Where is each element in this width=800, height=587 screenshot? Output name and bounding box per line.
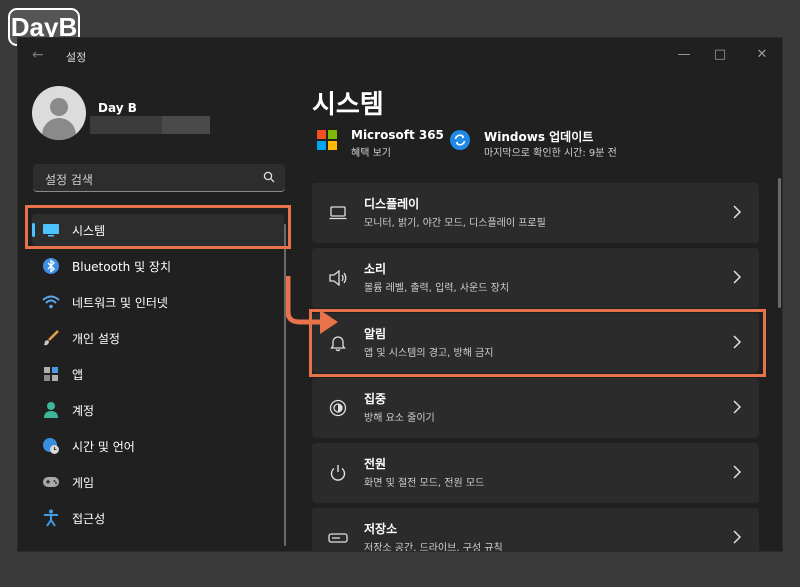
app-title: 설정 — [66, 51, 87, 64]
quick-link-windows-update[interactable]: Windows 업데이트 마지막으로 확인한 시간: 9분 전 — [450, 130, 670, 160]
sidebar-item-bluetooth[interactable]: Bluetooth 및 장치 — [32, 250, 284, 282]
sidebar-item-gaming[interactable]: 게임 — [32, 466, 284, 498]
chevron-right-icon — [733, 335, 742, 349]
microsoft-logo-icon — [317, 130, 337, 150]
sidebar-item-label: 게임 — [72, 475, 95, 490]
card-subtitle: 앱 및 시스템의 경고, 방해 금지 — [364, 348, 494, 359]
windows-update-icon — [450, 130, 470, 150]
focus-icon — [328, 398, 348, 418]
wifi-icon — [42, 293, 60, 311]
close-icon[interactable]: ✕ — [752, 44, 772, 64]
settings-card-notifications[interactable]: 알림 앱 및 시스템의 경고, 방해 금지 — [312, 313, 759, 373]
card-title: 전원 — [364, 457, 387, 471]
card-subtitle: 볼륨 레벨, 출력, 입력, 사운드 장치 — [364, 283, 510, 294]
sidebar-item-label: 시간 및 언어 — [72, 439, 135, 454]
maximize-icon[interactable]: □ — [710, 44, 730, 64]
quick-link-title: Windows 업데이트 — [484, 130, 594, 144]
search-icon[interactable] — [263, 171, 275, 183]
display-icon — [328, 203, 348, 223]
monitor-icon — [42, 221, 60, 239]
search-box[interactable]: 설정 검색 — [33, 164, 285, 192]
sidebar-item-label: 접근성 — [72, 511, 106, 526]
sidebar-item-label: 네트워크 및 인터넷 — [72, 295, 168, 310]
sidebar-item-label: Bluetooth 및 장치 — [72, 259, 172, 274]
bluetooth-icon — [42, 257, 60, 275]
chevron-right-icon — [733, 205, 742, 219]
globe-clock-icon — [42, 437, 60, 455]
annotation-arrow-icon — [286, 276, 338, 334]
chevron-right-icon — [733, 400, 742, 414]
avatar-body-icon — [42, 118, 76, 140]
quick-link-subtitle: 마지막으로 확인한 시간: 9분 전 — [484, 148, 617, 159]
accessibility-icon — [42, 509, 60, 527]
page-title: 시스템 — [312, 90, 384, 120]
user-name: Day B — [98, 101, 137, 115]
card-title: 저장소 — [364, 522, 398, 536]
card-title: 디스플레이 — [364, 197, 420, 211]
brush-icon — [42, 329, 60, 347]
back-arrow-icon[interactable]: ← — [32, 47, 44, 63]
power-icon — [328, 463, 348, 483]
main-scrollbar[interactable] — [778, 178, 781, 308]
sidebar-item-apps[interactable]: 앱 — [32, 358, 284, 390]
settings-card-focus[interactable]: 집중 방해 요소 줄이기 — [312, 378, 759, 438]
card-subtitle: 방해 요소 줄이기 — [364, 413, 435, 424]
sidebar-item-network[interactable]: 네트워크 및 인터넷 — [32, 286, 284, 318]
person-icon — [42, 401, 60, 419]
card-subtitle: 모니터, 밝기, 야간 모드, 디스플레이 프로필 — [364, 218, 546, 229]
settings-card-storage[interactable]: 저장소 저장소 공간, 드라이브, 구성 규칙 — [312, 508, 759, 552]
sidebar-item-accessibility[interactable]: 접근성 — [32, 502, 284, 534]
sidebar-item-label: 앱 — [72, 367, 84, 382]
card-title: 집중 — [364, 392, 387, 406]
sidebar-scrollbar[interactable] — [284, 224, 286, 546]
card-subtitle: 저장소 공간, 드라이브, 구성 규칙 — [364, 543, 503, 552]
bell-icon — [328, 333, 348, 353]
card-title: 소리 — [364, 262, 387, 276]
minimize-icon[interactable]: — — [674, 44, 694, 64]
apps-icon — [42, 365, 60, 383]
avatar[interactable] — [32, 86, 86, 140]
user-email-redacted — [90, 116, 210, 134]
sidebar-item-label: 계정 — [72, 403, 95, 418]
settings-card-sound[interactable]: 소리 볼륨 레벨, 출력, 입력, 사운드 장치 — [312, 248, 759, 308]
chevron-right-icon — [733, 465, 742, 479]
storage-icon — [328, 528, 348, 548]
title-bar: ← 설정 — □ ✕ — [18, 38, 782, 72]
quick-link-subtitle: 혜택 보기 — [351, 148, 391, 159]
search-input[interactable]: 설정 검색 — [45, 171, 93, 188]
quick-link-microsoft-365[interactable]: Microsoft 365 혜택 보기 — [317, 128, 447, 160]
sidebar-item-label: 시스템 — [72, 223, 106, 238]
chevron-right-icon — [733, 270, 742, 284]
settings-card-display[interactable]: 디스플레이 모니터, 밝기, 야간 모드, 디스플레이 프로필 — [312, 183, 759, 243]
sidebar-item-system[interactable]: 시스템 — [32, 214, 284, 246]
card-subtitle: 화면 및 절전 모드, 전원 모드 — [364, 478, 485, 489]
sidebar-item-time-language[interactable]: 시간 및 언어 — [32, 430, 284, 462]
sidebar-item-personalization[interactable]: 개인 설정 — [32, 322, 284, 354]
gamepad-icon — [42, 473, 60, 491]
card-title: 알림 — [364, 327, 387, 341]
chevron-right-icon — [733, 530, 742, 544]
avatar-head-icon — [50, 98, 68, 116]
settings-card-power[interactable]: 전원 화면 및 절전 모드, 전원 모드 — [312, 443, 759, 503]
sidebar-item-accounts[interactable]: 계정 — [32, 394, 284, 426]
quick-link-title: Microsoft 365 — [351, 128, 444, 142]
sidebar-item-label: 개인 설정 — [72, 331, 120, 346]
settings-window: ← 설정 — □ ✕ Day B 설정 검색 시스템 Bluetooth 및 장… — [17, 37, 783, 552]
